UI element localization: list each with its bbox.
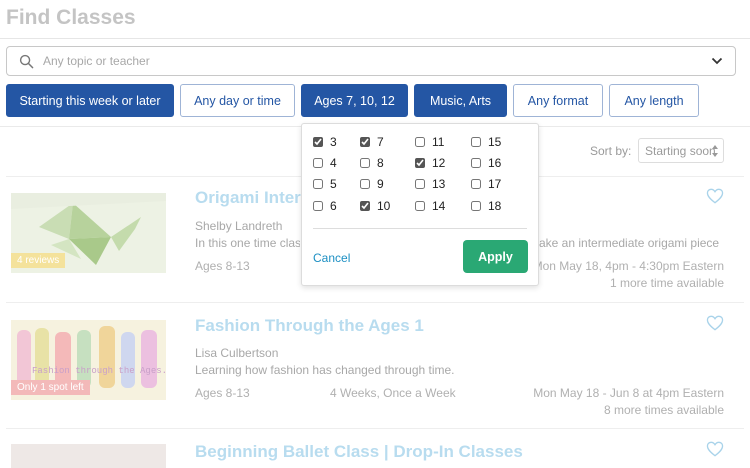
age-option-label: 8: [377, 156, 384, 170]
cancel-link[interactable]: Cancel: [313, 251, 350, 265]
age-option-label: 10: [377, 199, 391, 213]
more-times-link[interactable]: 1 more time available: [610, 276, 724, 290]
age-option-label: 11: [432, 135, 445, 149]
age-checkbox[interactable]: [360, 179, 370, 189]
card-divider: [6, 302, 744, 303]
age-checkbox[interactable]: [313, 137, 323, 147]
heart-icon[interactable]: [706, 188, 724, 204]
age-option[interactable]: 5: [313, 177, 337, 191]
age-option[interactable]: 14: [415, 199, 445, 213]
apply-button[interactable]: Apply: [463, 240, 528, 273]
age-option[interactable]: 4: [313, 156, 337, 170]
schedule-time: Mon May 18 - Jun 8 at 4pm Eastern: [533, 386, 724, 400]
teacher-name[interactable]: Shelby Landreth: [195, 219, 282, 233]
reviews-badge: 4 reviews: [11, 253, 66, 268]
age-filter-dropdown: 3 4 5 6 7 8 9 10 11 12 13 14 15 16 17 18…: [301, 123, 539, 286]
schedule-time: Mon May 18, 4pm - 4:30pm Eastern: [532, 259, 724, 273]
age-checkbox[interactable]: [360, 137, 370, 147]
age-option[interactable]: 13: [415, 177, 445, 191]
age-option-label: 16: [488, 156, 502, 170]
search-icon: [19, 54, 34, 69]
filter-subjects[interactable]: Music, Arts: [414, 84, 507, 117]
search-input[interactable]: [43, 47, 683, 75]
class-description-end: ake an intermediate origami piece: [539, 236, 720, 250]
thumbnail-caption: Fashion through the Ages.: [32, 366, 168, 376]
filter-length[interactable]: Any length: [609, 84, 699, 117]
age-checkbox[interactable]: [471, 137, 481, 147]
age-option[interactable]: 6: [313, 199, 337, 213]
age-option-label: 6: [330, 199, 337, 213]
age-checkbox[interactable]: [415, 179, 425, 189]
class-description: Learning how fashion has changed through…: [195, 363, 455, 377]
class-title[interactable]: Fashion Through the Ages 1: [195, 316, 424, 336]
age-checkbox[interactable]: [415, 137, 425, 147]
age-option-label: 12: [432, 156, 446, 170]
search-bar[interactable]: [6, 46, 736, 76]
age-option[interactable]: 17: [471, 177, 501, 191]
age-option-label: 5: [330, 177, 337, 191]
age-option-label: 13: [432, 177, 446, 191]
sort-select[interactable]: Starting soon: [638, 138, 724, 163]
heart-icon[interactable]: [706, 441, 724, 457]
age-option[interactable]: 11: [415, 135, 444, 149]
heart-icon[interactable]: [706, 315, 724, 331]
age-option[interactable]: 7: [360, 135, 384, 149]
page-title: Find Classes: [6, 6, 136, 29]
age-checkbox[interactable]: [415, 201, 425, 211]
class-frequency: 4 Weeks, Once a Week: [330, 386, 456, 400]
filter-format[interactable]: Any format: [513, 84, 603, 117]
age-option-label: 3: [330, 135, 337, 149]
filter-start-date[interactable]: Starting this week or later: [6, 84, 174, 117]
age-checkbox[interactable]: [471, 158, 481, 168]
dropdown-divider: [313, 228, 527, 229]
sort-label: Sort by:: [590, 144, 632, 158]
class-description: In this one time clas: [195, 236, 300, 250]
age-option[interactable]: 12: [415, 156, 445, 170]
age-range: Ages 8-13: [195, 259, 250, 273]
age-option[interactable]: 15: [471, 135, 501, 149]
class-title[interactable]: Beginning Ballet Class | Drop-In Classes: [195, 442, 523, 462]
sort-value: Starting soon: [645, 144, 716, 158]
age-option[interactable]: 8: [360, 156, 384, 170]
teacher-name[interactable]: Lisa Culbertson: [195, 346, 278, 360]
age-option[interactable]: 3: [313, 135, 337, 149]
age-option[interactable]: 16: [471, 156, 501, 170]
sort-arrows-icon: [712, 145, 718, 157]
age-checkbox[interactable]: [313, 158, 323, 168]
age-checkbox[interactable]: [313, 179, 323, 189]
age-option-label: 14: [432, 199, 446, 213]
title-divider: [0, 38, 750, 39]
filter-day-time[interactable]: Any day or time: [180, 84, 295, 117]
age-option-label: 4: [330, 156, 337, 170]
age-checkbox[interactable]: [471, 201, 481, 211]
spots-badge: Only 1 spot left: [11, 380, 90, 395]
filter-ages[interactable]: Ages 7, 10, 12: [301, 84, 408, 117]
age-checkbox[interactable]: [360, 158, 370, 168]
age-checkbox[interactable]: [415, 158, 425, 168]
age-option-label: 18: [488, 199, 502, 213]
class-thumbnail[interactable]: [11, 444, 166, 468]
chevron-down-icon[interactable]: [711, 56, 723, 66]
age-option-label: 15: [488, 135, 502, 149]
card-divider: [6, 428, 744, 429]
age-checkbox[interactable]: [313, 201, 323, 211]
age-option[interactable]: 18: [471, 199, 501, 213]
age-range: Ages 8-13: [195, 386, 250, 400]
age-checkbox[interactable]: [471, 179, 481, 189]
age-checkbox[interactable]: [360, 201, 370, 211]
age-option[interactable]: 10: [360, 199, 390, 213]
age-option[interactable]: 9: [360, 177, 384, 191]
class-title[interactable]: Origami Inter: [195, 188, 301, 208]
more-times-link[interactable]: 8 more times available: [604, 403, 724, 417]
age-option-label: 9: [377, 177, 384, 191]
age-option-label: 17: [488, 177, 502, 191]
age-option-label: 7: [377, 135, 384, 149]
